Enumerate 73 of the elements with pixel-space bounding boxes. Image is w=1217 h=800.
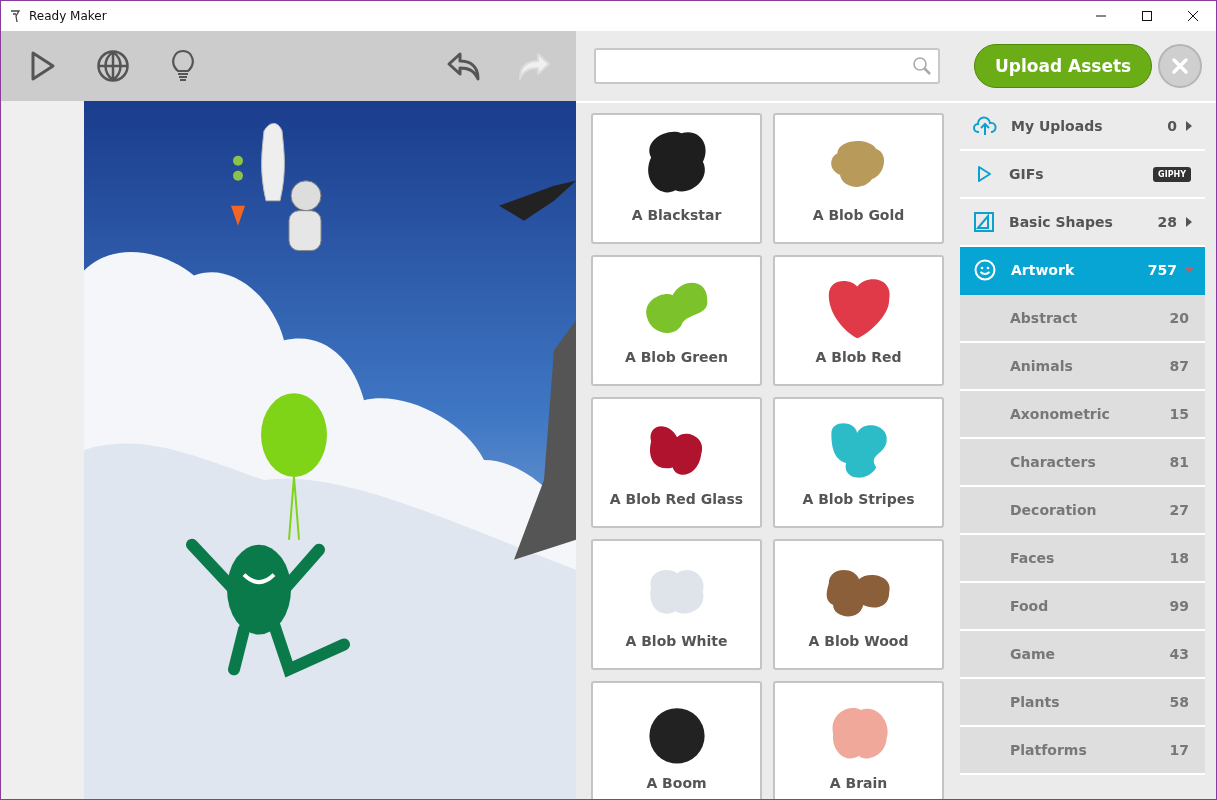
asset-card[interactable]: A Brain <box>773 681 944 799</box>
asset-name: A Brain <box>829 775 888 791</box>
category-label: Food <box>1010 598 1050 614</box>
play-icon <box>30 50 56 82</box>
category-item[interactable]: Game 43 <box>960 631 1205 679</box>
category-count: 58 <box>1169 694 1189 710</box>
category-item[interactable]: Decoration 27 <box>960 487 1205 535</box>
category-label: Characters <box>1010 454 1097 470</box>
asset-card[interactable]: A Blob Red <box>773 255 944 386</box>
asset-name: A Blackstar <box>631 207 722 223</box>
category-count: 20 <box>1169 310 1189 326</box>
category-label: My Uploads <box>1011 118 1104 134</box>
category-count: 0 <box>1167 118 1177 134</box>
category-count: 17 <box>1169 742 1189 758</box>
app-logo-icon <box>9 9 21 23</box>
lightbulb-icon <box>171 49 195 83</box>
category-item[interactable]: Axonometric 15 <box>960 391 1205 439</box>
category-item[interactable]: Faces 18 <box>960 535 1205 583</box>
asset-name: A Blob Wood <box>808 633 909 649</box>
asset-card[interactable]: A Blob Red Glass <box>591 397 762 528</box>
category-label: Artwork <box>1011 262 1076 278</box>
asset-name: A Blob Green <box>624 349 728 365</box>
category-count: 757 <box>1147 262 1177 278</box>
category-label: Animals <box>1010 358 1074 374</box>
maximize-icon <box>1142 11 1152 21</box>
close-icon <box>1188 11 1198 21</box>
category-label: Faces <box>1010 550 1056 566</box>
search-field[interactable] <box>594 48 940 84</box>
shapes-icon <box>973 211 995 233</box>
category-label: Basic Shapes <box>1009 214 1114 230</box>
category-item[interactable]: Characters 81 <box>960 439 1205 487</box>
category-label: Platforms <box>1010 742 1088 758</box>
category-item[interactable]: Platforms 17 <box>960 727 1205 775</box>
asset-card[interactable]: A Blob Green <box>591 255 762 386</box>
category-count: 27 <box>1169 502 1189 518</box>
asset-name: A Blob Red Glass <box>609 491 744 507</box>
category-count: 43 <box>1169 646 1189 662</box>
category-count: 15 <box>1169 406 1189 422</box>
category-item[interactable]: Animals 87 <box>960 343 1205 391</box>
category-item[interactable]: Food 99 <box>960 583 1205 631</box>
category-item[interactable]: Plants 58 <box>960 679 1205 727</box>
asset-name: A Blob White <box>625 633 728 649</box>
redo-icon <box>516 50 552 82</box>
asset-name: A Blob Red <box>815 349 902 365</box>
category-label: Game <box>1010 646 1057 662</box>
close-icon <box>1171 57 1189 75</box>
asset-card[interactable]: A Blob Gold <box>773 113 944 244</box>
category-label: GIFs <box>1009 166 1045 182</box>
asset-name: A Blob Gold <box>812 207 905 223</box>
asset-card[interactable]: A Boom <box>591 681 762 799</box>
asset-card[interactable]: A Blob Wood <box>773 539 944 670</box>
category-item[interactable]: Abstract 20 <box>960 295 1205 343</box>
asset-card[interactable]: A Blackstar <box>591 113 762 244</box>
category-label: Axonometric <box>1010 406 1111 422</box>
asset-card[interactable]: A Blob White <box>591 539 762 670</box>
undo-icon <box>446 50 482 82</box>
category-label: Plants <box>1010 694 1061 710</box>
category-count: 81 <box>1169 454 1189 470</box>
search-icon <box>912 56 932 76</box>
category-label: Abstract <box>1010 310 1079 326</box>
globe-icon <box>96 49 130 83</box>
giphy-badge: GIPHY <box>1153 166 1191 182</box>
asset-card[interactable]: A Blob Stripes <box>773 397 944 528</box>
category-count: 87 <box>1169 358 1189 374</box>
asset-name: A Blob Stripes <box>802 491 915 507</box>
category-count: 28 <box>1157 214 1177 230</box>
category-label: Decoration <box>1010 502 1098 518</box>
asset-name: A Boom <box>646 775 707 791</box>
category-count: 99 <box>1169 598 1189 614</box>
cloud-upload-icon <box>973 115 997 137</box>
smiley-icon <box>973 258 997 282</box>
category-count: 18 <box>1169 550 1189 566</box>
window-title: Ready Maker <box>29 9 108 23</box>
